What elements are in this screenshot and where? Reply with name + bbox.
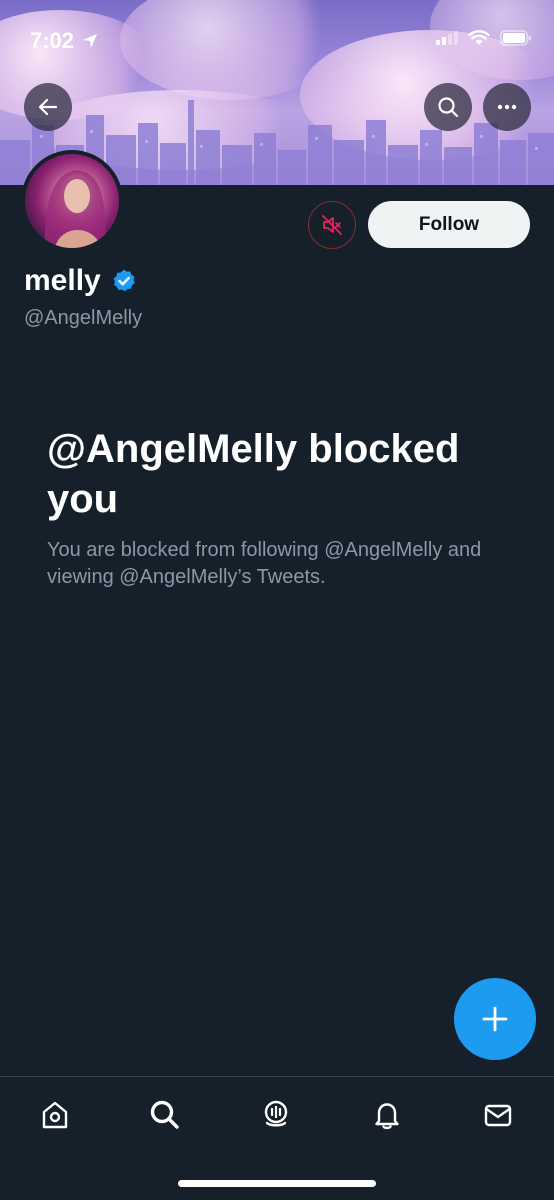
- wifi-icon: [468, 30, 490, 45]
- tab-home[interactable]: [33, 1093, 77, 1137]
- status-bar: 7:02: [0, 0, 554, 80]
- battery-icon: [500, 30, 531, 46]
- explore-search-icon: [150, 1100, 179, 1129]
- tab-notifications[interactable]: [365, 1093, 409, 1137]
- search-button[interactable]: [424, 83, 472, 131]
- tab-explore[interactable]: [143, 1093, 187, 1137]
- plus-icon: [482, 1006, 508, 1032]
- status-time-text: 7:02: [30, 28, 75, 53]
- profile-display-name: melly: [24, 264, 137, 298]
- profile-handle: @AngelMelly: [24, 307, 143, 329]
- muted-speaker-icon: [322, 215, 342, 235]
- home-indicator[interactable]: [178, 1180, 376, 1187]
- more-options-button[interactable]: [483, 83, 531, 131]
- spaces-icon: [264, 1100, 288, 1127]
- messages-envelope-icon: [484, 1104, 512, 1127]
- notifications-bell-icon: [375, 1103, 399, 1130]
- unmute-button[interactable]: [308, 201, 356, 249]
- compose-tweet-button[interactable]: [454, 978, 536, 1060]
- status-time: 7:02: [30, 28, 98, 54]
- follow-button-label: Follow: [418, 213, 480, 235]
- location-arrow-icon: [83, 34, 98, 48]
- cellular-signal-icon: [436, 31, 458, 45]
- follow-button[interactable]: Follow: [368, 201, 530, 248]
- avatar-image: [25, 154, 119, 248]
- tab-spaces[interactable]: [254, 1093, 298, 1137]
- avatar[interactable]: [21, 150, 123, 252]
- home-icon: [42, 1101, 68, 1129]
- more-icon: [497, 104, 517, 110]
- back-button[interactable]: [24, 83, 72, 131]
- blocked-title: @AngelMelly blocked you: [47, 427, 460, 521]
- blocked-description: You are blocked from following @AngelMel…: [47, 539, 482, 588]
- verified-badge-icon[interactable]: [111, 268, 137, 294]
- display-name-text: melly: [24, 264, 101, 297]
- tab-messages[interactable]: [476, 1093, 520, 1137]
- search-icon: [438, 97, 459, 118]
- arrow-left-icon: [38, 98, 58, 116]
